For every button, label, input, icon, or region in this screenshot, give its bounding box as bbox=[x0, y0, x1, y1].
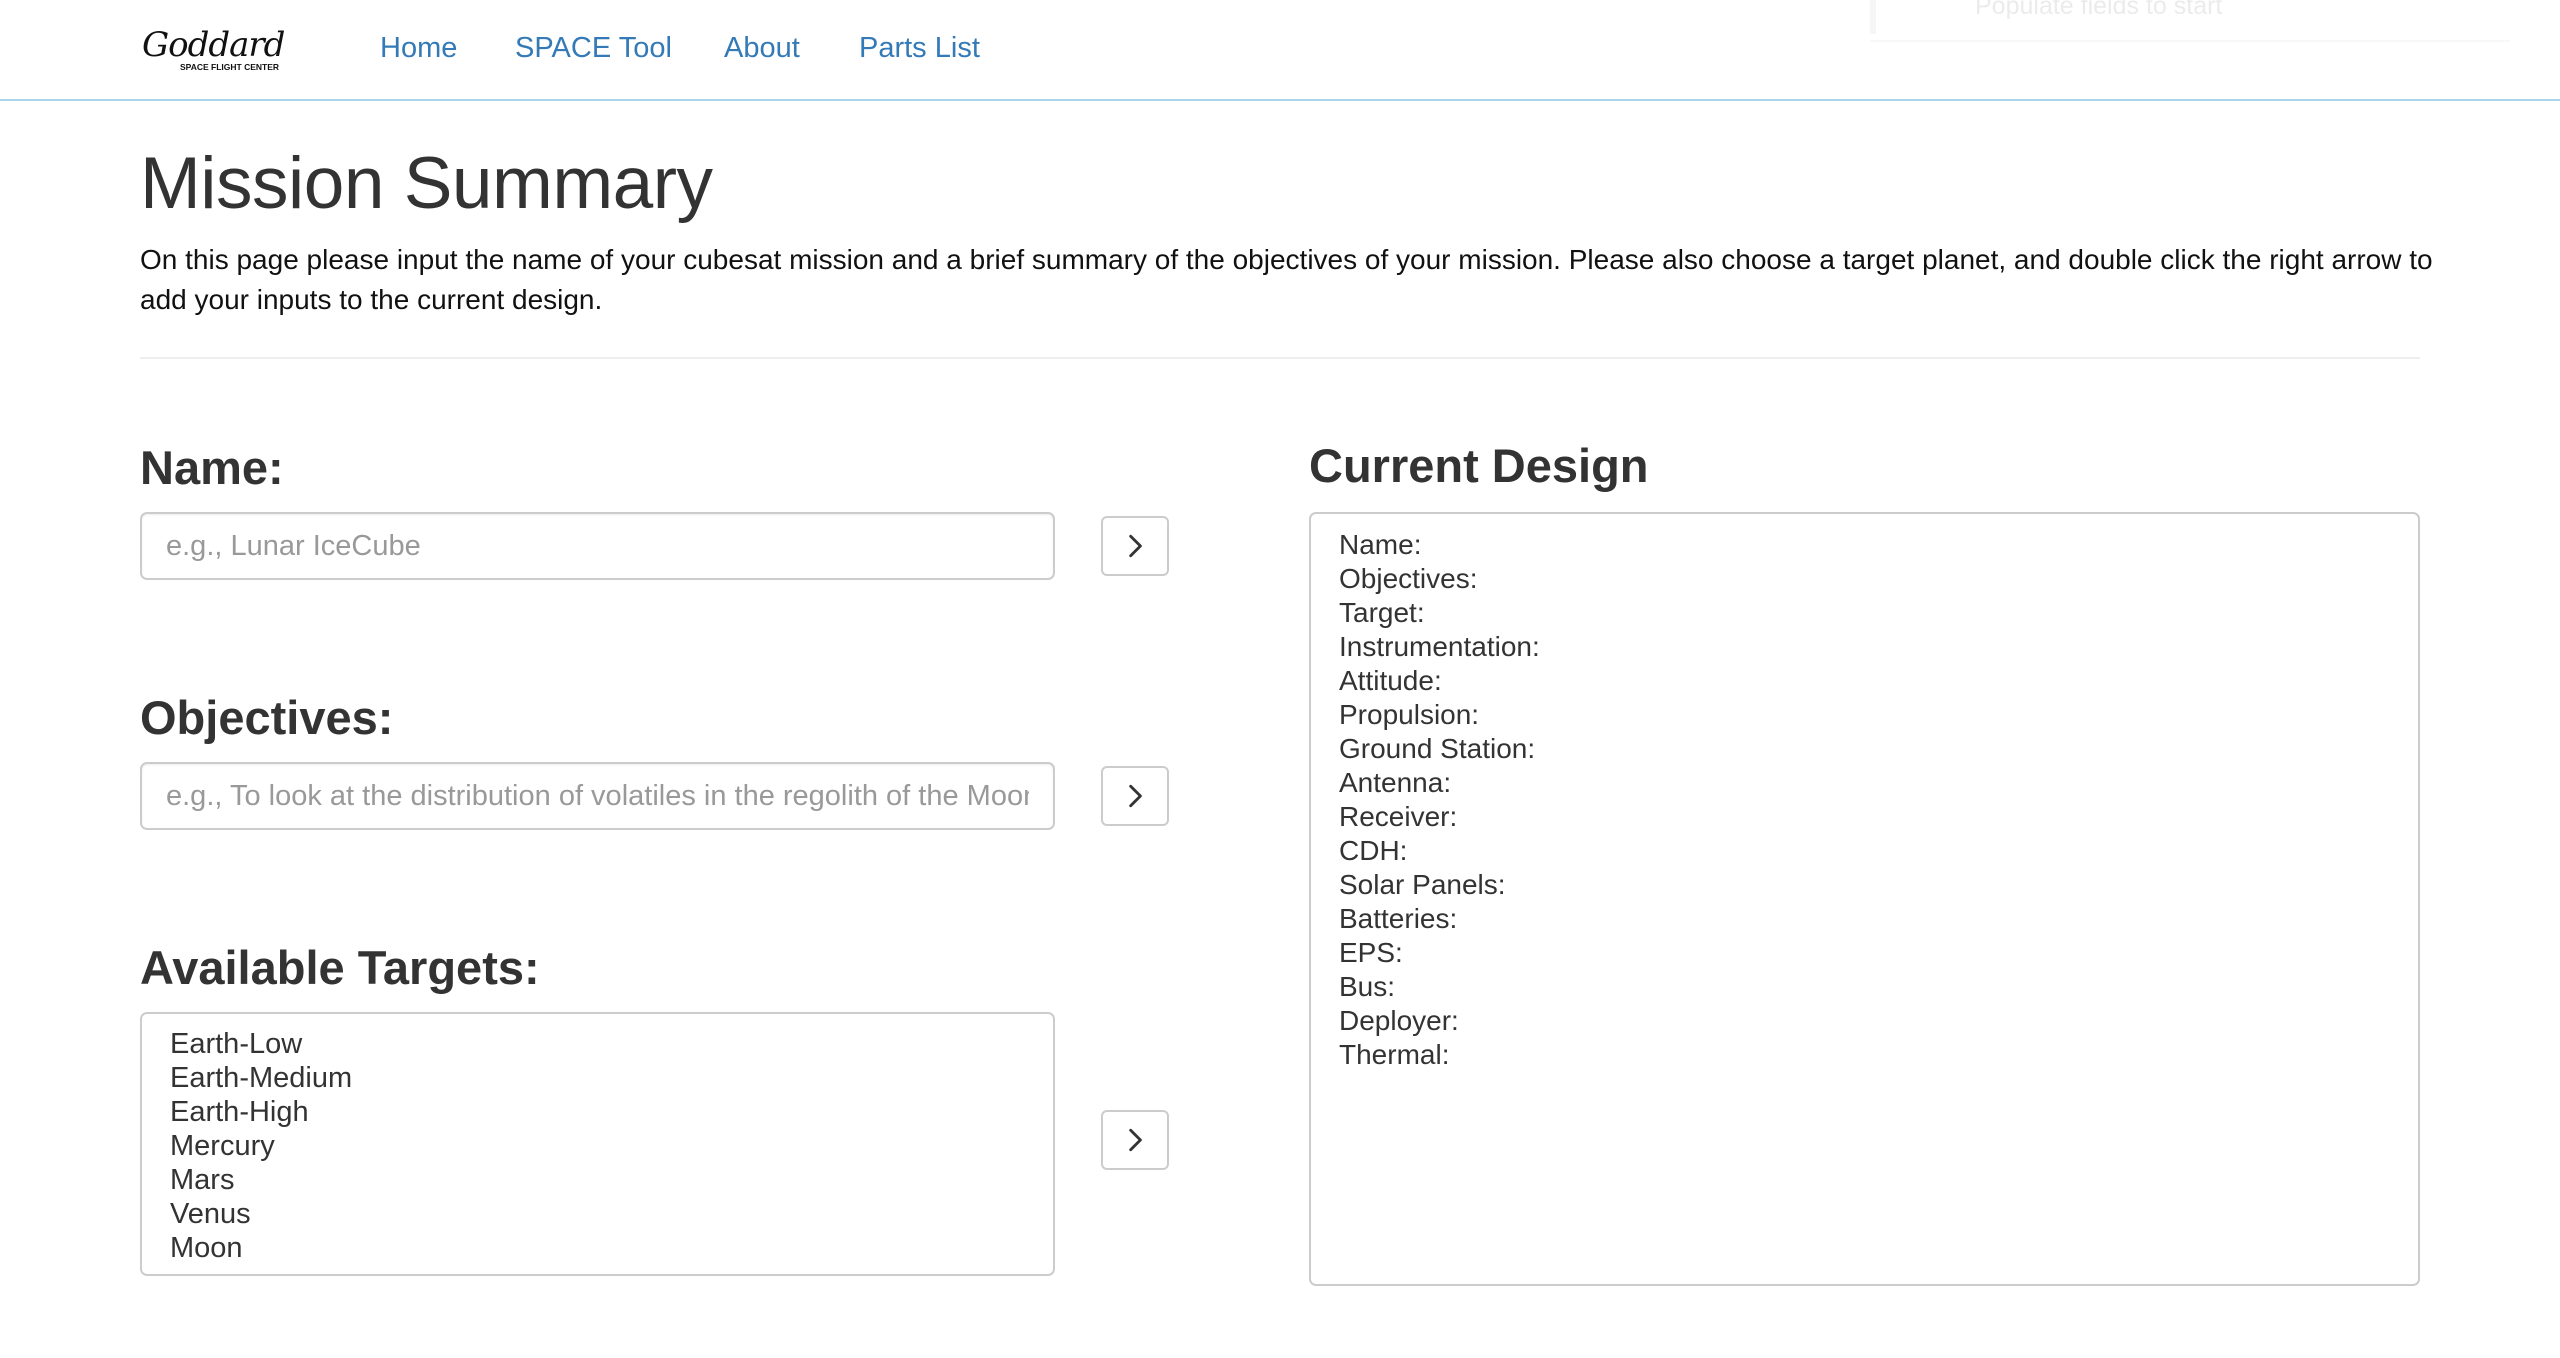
header-divider bbox=[140, 357, 2420, 359]
notification-overlay: Populate fields to start bbox=[1870, 0, 2510, 42]
nav-link-parts-list[interactable]: Parts List bbox=[859, 32, 980, 65]
svg-text:Goddard: Goddard bbox=[142, 26, 285, 65]
objectives-label: Objectives: bbox=[140, 691, 394, 744]
objectives-input[interactable] bbox=[140, 762, 1055, 830]
notification-bar bbox=[1870, 0, 1876, 34]
chevron-right-icon bbox=[1129, 784, 1142, 808]
design-field-receiver: Receiver: bbox=[1339, 801, 1458, 832]
current-design-box[interactable]: Name: Objectives: Target: Instrumentatio… bbox=[1309, 512, 2420, 1286]
design-field-objectives: Objectives: bbox=[1339, 563, 1478, 594]
chevron-right-icon bbox=[1129, 534, 1142, 558]
design-field-batteries: Batteries: bbox=[1339, 903, 1458, 934]
design-field-name: Name: bbox=[1339, 529, 1422, 560]
goddard-logo-mark: Goddard SPACE FLIGHT CENTER bbox=[142, 25, 286, 72]
design-field-deployer: Deployer: bbox=[1339, 1005, 1459, 1036]
add-objectives-button[interactable] bbox=[1101, 766, 1169, 826]
target-option-earth-high[interactable]: Earth-High bbox=[170, 1095, 1053, 1129]
target-option-mars[interactable]: Mars bbox=[170, 1163, 1053, 1197]
design-field-solar-panels: Solar Panels: bbox=[1339, 869, 1506, 900]
name-input[interactable] bbox=[140, 512, 1055, 580]
targets-listbox[interactable]: Earth-Low Earth-Medium Earth-High Mercur… bbox=[140, 1012, 1055, 1276]
chevron-right-icon bbox=[1129, 1128, 1142, 1152]
design-field-bus: Bus: bbox=[1339, 971, 1396, 1002]
name-label: Name: bbox=[140, 441, 284, 494]
add-target-button[interactable] bbox=[1101, 1110, 1169, 1170]
goddard-logo[interactable]: Goddard SPACE FLIGHT CENTER bbox=[140, 25, 320, 76]
target-option-venus[interactable]: Venus bbox=[170, 1197, 1053, 1231]
target-option-mercury[interactable]: Mercury bbox=[170, 1129, 1053, 1163]
available-targets-label: Available Targets: bbox=[140, 941, 540, 994]
design-field-attitude: Attitude: bbox=[1339, 665, 1442, 696]
nav-link-about[interactable]: About bbox=[724, 32, 800, 65]
page-title: Mission Summary bbox=[140, 143, 713, 224]
target-option-earth-low[interactable]: Earth-Low bbox=[170, 1027, 1053, 1061]
top-navbar: Goddard SPACE FLIGHT CENTER Home SPACE T… bbox=[0, 0, 2560, 101]
page-intro: On this page please input the name of yo… bbox=[140, 244, 2433, 315]
svg-text:SPACE FLIGHT CENTER: SPACE FLIGHT CENTER bbox=[180, 62, 279, 72]
nav-link-space-tool[interactable]: SPACE Tool bbox=[515, 32, 672, 65]
design-field-thermal: Thermal: bbox=[1339, 1039, 1450, 1070]
design-field-eps: EPS: bbox=[1339, 937, 1403, 968]
notification-text: Populate fields to start bbox=[1975, 0, 2223, 20]
design-field-instrumentation: Instrumentation: bbox=[1339, 631, 1540, 662]
design-field-cdh: CDH: bbox=[1339, 835, 1408, 866]
design-field-ground-station: Ground Station: bbox=[1339, 733, 1536, 764]
add-name-button[interactable] bbox=[1101, 516, 1169, 576]
design-field-antenna: Antenna: bbox=[1339, 767, 1452, 798]
target-option-earth-medium[interactable]: Earth-Medium bbox=[170, 1061, 1053, 1095]
target-option-moon[interactable]: Moon bbox=[170, 1231, 1053, 1265]
design-field-propulsion: Propulsion: bbox=[1339, 699, 1480, 730]
design-field-target: Target: bbox=[1339, 597, 1425, 628]
nav-link-home[interactable]: Home bbox=[380, 32, 457, 65]
current-design-title: Current Design bbox=[1309, 439, 1649, 492]
